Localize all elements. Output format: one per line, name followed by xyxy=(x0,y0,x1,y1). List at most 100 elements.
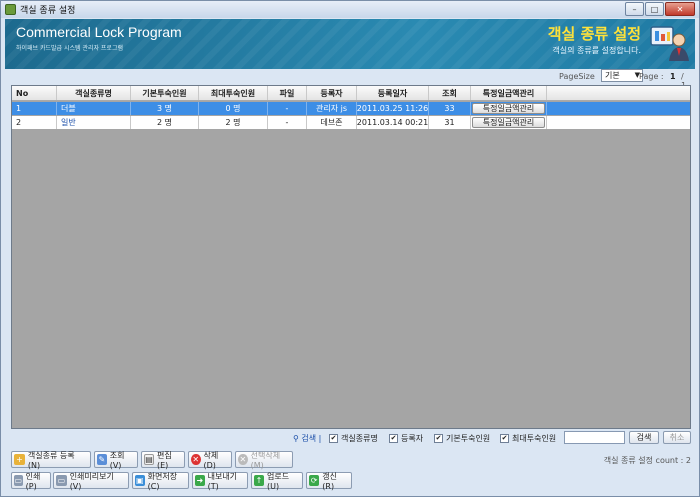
export-label: 내보내기(T) xyxy=(207,471,238,491)
table-row[interactable]: 2 일반 2 명 2 명 - 데브존 2011.03.14 00:21 31 특… xyxy=(12,116,690,129)
delete-selected-icon: ✕ xyxy=(238,454,248,465)
print-button[interactable]: ▭ 인쇄(P) xyxy=(11,471,51,491)
pagesize-value: 기본 xyxy=(605,71,620,80)
col-special[interactable]: 특정일금액관리 xyxy=(471,86,547,100)
upload-icon: ↑ xyxy=(254,475,264,486)
room-type-grid: No 객실종류명 기본투숙인원 최대투숙인원 파일 등록자 등록일자 조회 특정… xyxy=(11,85,691,429)
printer-preview-icon: ▭ xyxy=(56,475,67,486)
cell-special: 특정일금액관리 xyxy=(471,102,547,115)
export-button[interactable]: ➜ 내보내기(T) xyxy=(192,471,248,491)
view-label: 조회(V) xyxy=(109,450,125,470)
cell-base: 3 명 xyxy=(131,102,199,115)
window-title: 객실 종류 설정 xyxy=(20,6,76,16)
cell-views: 33 xyxy=(429,102,471,115)
screen-icon: ▣ xyxy=(135,475,145,486)
col-base[interactable]: 기본투숙인원 xyxy=(131,86,199,100)
maximize-button[interactable]: □ xyxy=(645,2,664,16)
preview-label: 인쇄미리보기(V) xyxy=(69,471,114,491)
cell-name: 일반 xyxy=(57,116,131,129)
record-count: 객실 종류 설정 count : 2 xyxy=(603,456,691,465)
edit-label: 편집(E) xyxy=(156,450,172,470)
app-icon xyxy=(5,4,16,15)
cell-file: - xyxy=(268,102,307,115)
checkbox-icon: ✔ xyxy=(389,434,398,443)
banner-subtitle: 하이패브 카드발급 시스템 관리자 프로그램 xyxy=(16,45,123,52)
add-icon: + xyxy=(14,454,25,465)
delete-icon: ✕ xyxy=(191,454,201,465)
delete-selected-label: 선택삭제(M) xyxy=(250,450,281,470)
checkbox-icon: ✔ xyxy=(434,434,443,443)
paging-bar: PageSize 기본 ▼ Page : 1 / 1 xyxy=(11,69,691,90)
app-window: 객실 종류 설정 – □ ✕ Commercial Lock Program 하… xyxy=(0,0,700,497)
cell-special: 특정일금액관리 xyxy=(471,116,547,129)
minimize-button[interactable]: – xyxy=(625,2,644,16)
check-registrar[interactable]: ✔ 등록자 xyxy=(389,433,423,444)
action-bar: + 객실종류 등록(N) ✎ 조회(V) ▤ 편집(E) ✕ 삭제(D) ✕ 선택삭제(M… xyxy=(11,450,691,470)
check-label: 등록자 xyxy=(401,434,424,443)
search-filter-bar: ⚲ 검색 | ✔ 객실종류명 ✔ 등록자 ✔ 기본투숙인원 ✔ 최대투숙인원 검색 취소 xyxy=(11,431,691,445)
col-views[interactable]: 조회 xyxy=(429,86,471,100)
cell-max: 0 명 xyxy=(199,102,268,115)
search-label: ⚲ 검색 | xyxy=(293,433,321,444)
search-input[interactable] xyxy=(564,431,625,444)
col-registrar[interactable]: 등록자 xyxy=(307,86,357,100)
print-preview-button[interactable]: ▭ 인쇄미리보기(V) xyxy=(53,471,129,491)
cell-registrar: 관리자 js xyxy=(307,102,357,115)
upload-label: 업로드(U) xyxy=(266,471,290,491)
cell-name: 더블 xyxy=(57,102,131,115)
upload-button[interactable]: ↑ 업로드(U) xyxy=(251,471,303,491)
check-label: 객실종류명 xyxy=(341,434,378,443)
print-label: 인쇄(P) xyxy=(25,471,41,491)
col-date[interactable]: 등록일자 xyxy=(357,86,429,100)
cell-date: 2011.03.14 00:21 xyxy=(357,116,429,129)
add-label: 객실종류 등록(N) xyxy=(27,450,75,470)
banner-title: Commercial Lock Program xyxy=(16,24,182,40)
cell-no: 1 xyxy=(12,102,57,115)
bottom-bar: ▭ 인쇄(P) ▭ 인쇄미리보기(V) ▣ 화면저장(C) ➜ 내보내기(T) ↑ 업로드… xyxy=(11,471,691,491)
add-room-type-button[interactable]: + 객실종류 등록(N) xyxy=(11,450,91,470)
window-controls: – □ ✕ xyxy=(625,2,695,16)
grid-header: No 객실종류명 기본투숙인원 최대투숙인원 파일 등록자 등록일자 조회 특정… xyxy=(12,86,690,101)
col-max[interactable]: 최대투숙인원 xyxy=(199,86,268,100)
cancel-button[interactable]: 취소 xyxy=(663,431,691,444)
check-label: 최대투숙인원 xyxy=(512,434,557,443)
cell-file: - xyxy=(268,116,307,129)
printer-icon: ▭ xyxy=(14,475,23,486)
pagesize-label: PageSize xyxy=(559,72,595,81)
checkbox-icon: ✔ xyxy=(500,434,509,443)
view-button[interactable]: ✎ 조회(V) xyxy=(94,450,138,470)
special-price-button[interactable]: 특정일금액관리 xyxy=(471,117,546,128)
close-button[interactable]: ✕ xyxy=(665,2,695,16)
refresh-button[interactable]: ⟳ 갱신(R) xyxy=(306,472,352,491)
cell-registrar: 데브존 xyxy=(307,116,357,129)
delete-label: 삭제(D) xyxy=(203,450,219,470)
view-icon: ✎ xyxy=(97,454,107,465)
save-screen-label: 화면저장(C) xyxy=(147,471,178,491)
table-row[interactable]: 1 더블 3 명 0 명 - 관리자 js 2011.03.25 11:26 3… xyxy=(12,102,690,115)
pagesize-select[interactable]: 기본 ▼ xyxy=(601,69,643,82)
check-label: 기본투숙인원 xyxy=(446,434,491,443)
check-max-guests[interactable]: ✔ 최대투숙인원 xyxy=(500,433,556,444)
check-base-guests[interactable]: ✔ 기본투숙인원 xyxy=(434,433,490,444)
delete-selected-button[interactable]: ✕ 선택삭제(M) xyxy=(235,450,293,470)
col-file[interactable]: 파일 xyxy=(268,86,307,100)
special-price-button[interactable]: 특정일금액관리 xyxy=(471,103,546,114)
delete-button[interactable]: ✕ 삭제(D) xyxy=(188,450,232,470)
refresh-icon: ⟳ xyxy=(309,475,320,486)
col-no[interactable]: No xyxy=(12,86,57,100)
checkbox-icon: ✔ xyxy=(329,434,338,443)
room-settings-icon xyxy=(650,26,689,61)
cell-date: 2011.03.25 11:26 xyxy=(357,102,429,115)
title-bar: 객실 종류 설정 – □ ✕ xyxy=(1,1,699,18)
check-room-type-name[interactable]: ✔ 객실종류명 xyxy=(329,433,378,444)
header-banner: Commercial Lock Program 하이패브 카드발급 시스템 관리… xyxy=(5,19,695,69)
cell-base: 2 명 xyxy=(131,116,199,129)
search-button[interactable]: 검색 xyxy=(629,431,659,444)
edit-button[interactable]: ▤ 편집(E) xyxy=(141,450,185,470)
page-current: 1 xyxy=(670,72,676,81)
cell-max: 2 명 xyxy=(199,116,268,129)
col-name[interactable]: 객실종류명 xyxy=(57,86,131,100)
save-screen-button[interactable]: ▣ 화면저장(C) xyxy=(132,471,189,491)
cell-no: 2 xyxy=(12,116,57,129)
page-description: 객실의 종류를 설정합니다. xyxy=(552,46,641,55)
